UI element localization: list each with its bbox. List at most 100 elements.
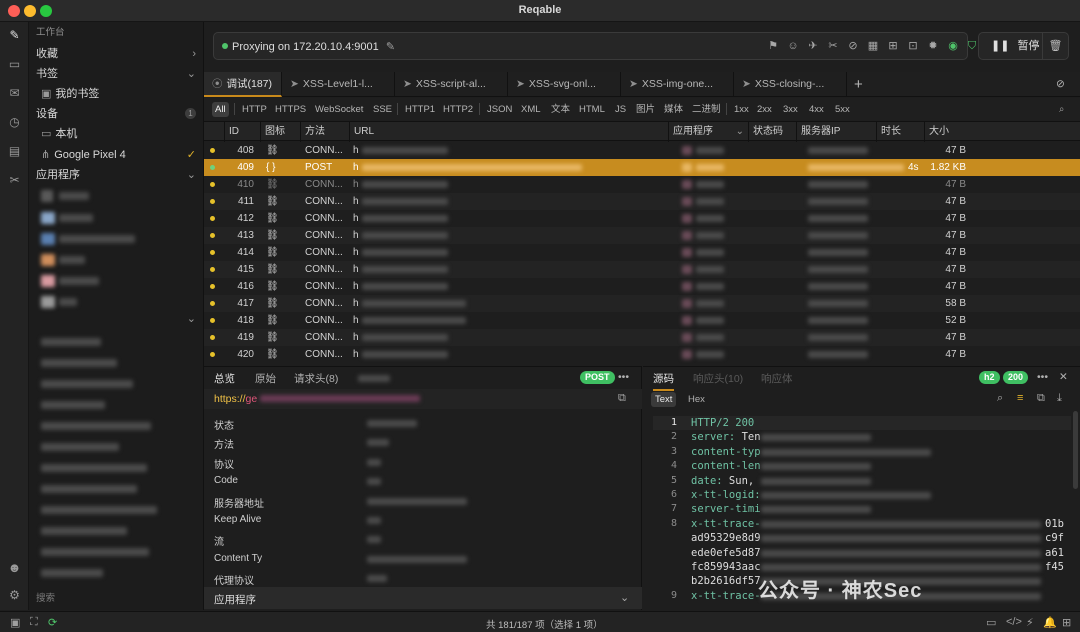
sidebar-item-my-bookmarks[interactable]: ▣ 我的书签 [29,84,204,104]
clear-button[interactable]: 🗑 [1043,32,1069,60]
table-row[interactable]: 413 ⛓ CONN... h 47 B [204,227,1080,244]
filter-image[interactable]: 图片 [633,102,658,117]
shield-icon[interactable]: ⛉ [965,39,979,53]
settings-gear-icon[interactable]: ⚙ [7,588,22,603]
proxy-status-bar[interactable]: Proxying on 172.20.10.4:9001 ✎ ⚑ ☺ ✈ ✂ ⊘… [213,32,976,60]
column-icon[interactable]: 图标 [260,122,300,142]
globe-icon[interactable]: ◉ [946,39,960,53]
view-hex-tab[interactable]: Hex [684,392,709,407]
table-row[interactable]: 419 ⛓ CONN... h 47 B [204,329,1080,346]
column-method[interactable]: 方法 [300,122,348,142]
table-row[interactable]: 420 ⛓ CONN... h 47 B [204,346,1080,363]
table-row[interactable]: 411 ⛓ CONN... h 47 B [204,193,1080,210]
terminal-icon[interactable]: ▭ [986,616,996,629]
fullscreen-icon[interactable]: ⛶ [30,616,38,629]
column-status[interactable]: 状态码 [748,122,796,142]
bell-icon[interactable]: 🔔 [1043,616,1057,629]
tab-debug[interactable]: ⦿ 调试(187) [204,72,282,97]
filter-js[interactable]: JS [612,102,629,117]
filter-all[interactable]: All [212,102,229,117]
code-icon[interactable]: </> [1006,616,1022,628]
tab-overview[interactable]: 总览 [214,371,235,391]
refresh-icon[interactable]: ⟳ [48,616,57,629]
sidebar-item-applications[interactable]: 应用程序 ⌄ [29,165,204,185]
cut-icon[interactable]: ✂ [826,39,840,53]
filter-https[interactable]: HTTPS [272,102,309,117]
filter-media[interactable]: 媒体 [661,102,686,117]
more-options-icon[interactable]: ••• [1037,371,1048,383]
column-url[interactable]: URL [349,122,667,142]
filter-sse[interactable]: SSE [370,102,395,117]
filter-json[interactable]: JSON [484,102,515,117]
tab-raw[interactable]: 原始 [255,371,276,386]
hide-icon[interactable]: ⊘ [1052,72,1072,97]
column-size[interactable]: 大小 [924,122,980,142]
compose-icon[interactable]: ✉ [7,86,22,101]
copy-icon[interactable]: ⧉ [1037,392,1045,405]
table-row[interactable]: 409{ } POST h 4s 1.82 KB [204,159,1080,176]
sidebar-item-google-pixel[interactable]: ⋔ Google Pixel 4 ✓ [29,145,204,165]
pause-button[interactable]: ❚❚ 暂停 [978,32,1043,60]
filter-html[interactable]: HTML [576,102,608,117]
compass-icon[interactable]: ⊘ [846,39,860,53]
table-row[interactable]: 410 ⛓ CONN... h 47 B [204,176,1080,193]
avatar[interactable]: ☻ [7,560,22,575]
tools-icon[interactable]: ✂ [7,173,22,188]
table-row[interactable]: 412 ⛓ CONN... h 47 B [204,210,1080,227]
column-id[interactable]: ID [224,122,258,142]
column-application[interactable]: 应用程序 ⌄ [668,122,748,142]
filter-4xx[interactable]: 4xx [806,102,827,117]
sidebar-item-bookmarks[interactable]: 书签 ⌄ [29,64,204,84]
search-icon[interactable]: ⌕ [1056,102,1067,117]
history-icon[interactable]: ◷ [7,115,22,130]
more-options-icon[interactable]: ••• [618,371,629,383]
sidebar-item-local-machine[interactable]: ▭ 本机 [29,124,204,144]
wrap-lines-icon[interactable]: ≡ [1017,392,1023,404]
filter-xml[interactable]: XML [518,102,544,117]
table-row[interactable]: 414 ⛓ CONN... h 47 B [204,244,1080,261]
bug-icon[interactable]: ✹ [926,39,940,53]
tab-request-headers[interactable]: 请求头(8) [294,371,338,386]
inbox-icon[interactable]: ▭ [7,57,22,72]
request-url[interactable]: https://ge [214,393,257,405]
sidebar-item-favorites[interactable]: 收藏 › [29,44,204,64]
table-row[interactable]: 418 ⛓ CONN... h 52 B [204,312,1080,329]
tab-response-body[interactable]: 响应体 [761,371,793,386]
table-row[interactable]: 415 ⛓ CONN... h 47 B [204,261,1080,278]
add-tab-button[interactable]: + [847,72,875,97]
breakpoint-icon[interactable]: ⚑ [766,39,780,53]
app-section-footer[interactable]: 应用程序 ⌄ [204,587,642,609]
download-icon[interactable]: ⤓ [1057,392,1062,405]
tab-xss-svg[interactable]: ➤ XSS-svg-onl... [508,72,621,97]
copy-icon[interactable]: ⧉ [618,392,626,405]
grid-icon[interactable]: ⊞ [1062,616,1071,629]
filter-1xx[interactable]: 1xx [731,102,752,117]
filter-websocket[interactable]: WebSocket [312,102,366,117]
sidebar-item-devices[interactable]: 设备 1 [29,104,204,124]
edit-pencil-icon[interactable]: ✎ [386,41,395,53]
tab-xss-closing[interactable]: ➤ XSS-closing-... [734,72,847,97]
table-row[interactable]: 408 ⛓ CONN... h 47 B [204,142,1080,159]
tab-xss-script[interactable]: ➤ XSS-script-al... [395,72,508,97]
table-row[interactable]: 417 ⛓ CONN... h 58 B [204,295,1080,312]
tab-source[interactable]: 源码 [653,371,674,391]
airplane-icon[interactable]: ✈ [806,39,820,53]
filter-3xx[interactable]: 3xx [780,102,801,117]
filter-http[interactable]: HTTP [239,102,270,117]
filter-text[interactable]: 文本 [548,102,573,117]
filter-binary[interactable]: 二进制 [689,102,724,117]
tab-xss-level1[interactable]: ➤ XSS-Level1-l... [282,72,395,97]
lock-icon[interactable]: ⊡ [906,39,920,53]
column-server-ip[interactable]: 服务器IP [796,122,876,142]
lightning-icon[interactable]: ⚡ [1026,616,1034,629]
throttle-icon[interactable]: ☺ [786,39,800,53]
qrcode-icon[interactable]: ▦ [866,39,880,53]
close-icon[interactable]: ✕ [1059,371,1068,383]
table-row[interactable]: 416 ⛓ CONN... h 47 B [204,278,1080,295]
sidebar-item-app-group[interactable]: ⌄ [29,309,204,329]
filter-2xx[interactable]: 2xx [754,102,775,117]
filter-http1[interactable]: HTTP1 [402,102,438,117]
filter-http2[interactable]: HTTP2 [440,102,476,117]
search-icon[interactable]: ⌕ [997,392,1003,405]
filter-5xx[interactable]: 5xx [832,102,853,117]
